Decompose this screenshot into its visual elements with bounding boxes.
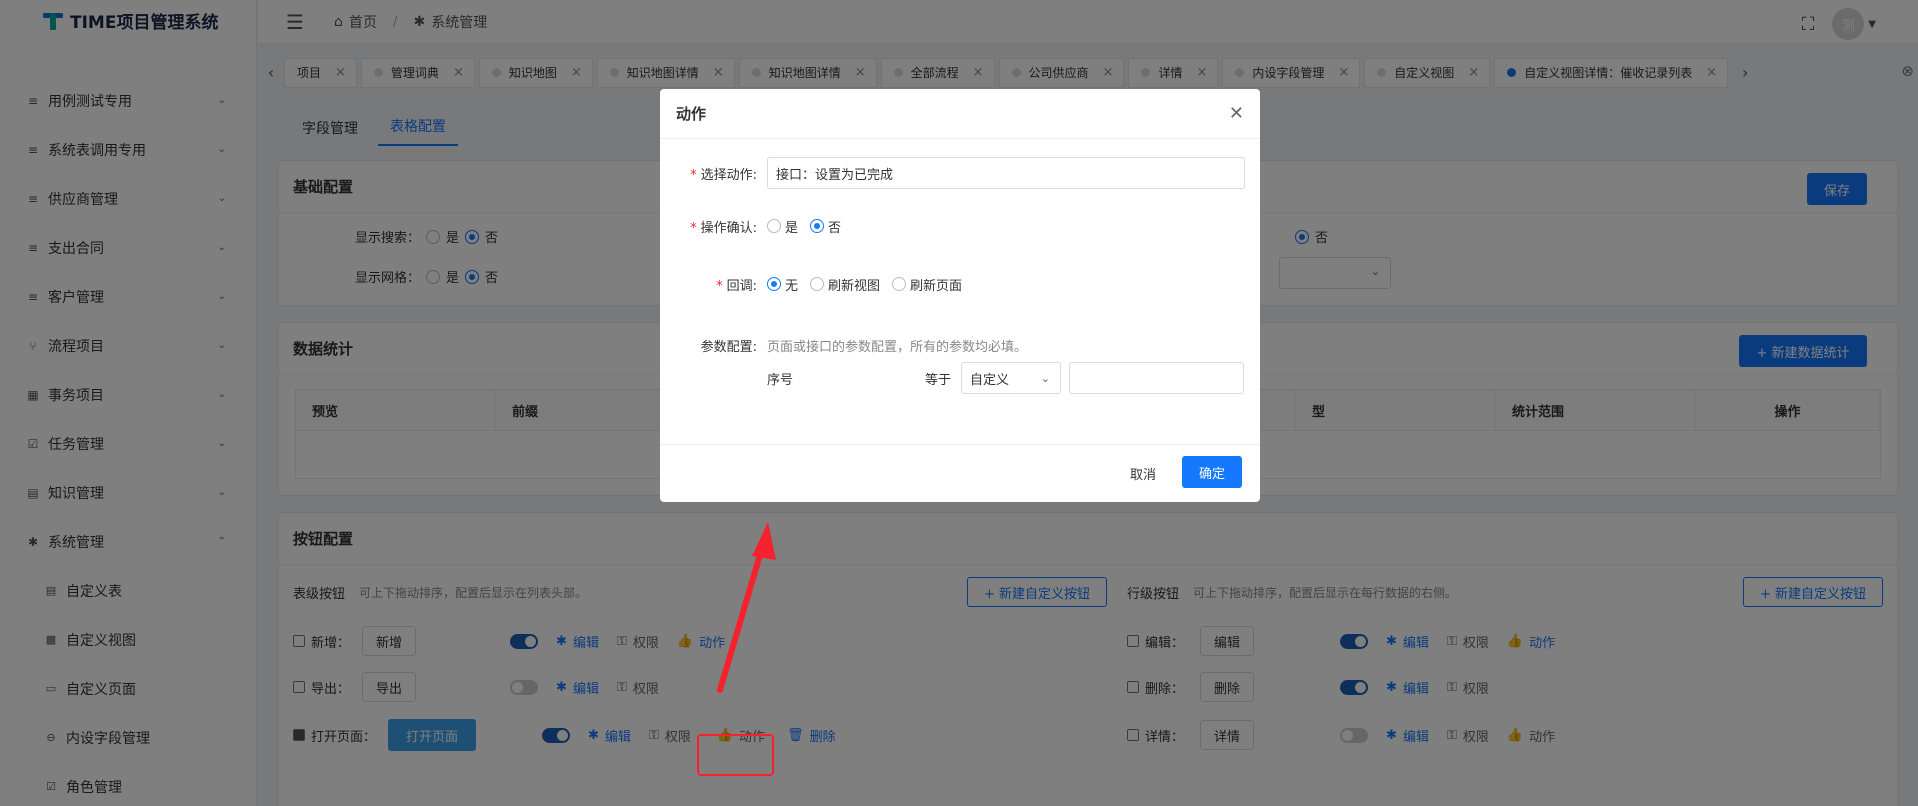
label-text: 操作确认: bbox=[700, 220, 757, 236]
confirm-yes-radio[interactable] bbox=[767, 219, 781, 233]
callback-refresh-page-radio[interactable] bbox=[892, 277, 907, 291]
param-value-input[interactable] bbox=[1069, 362, 1245, 394]
param-operator: 等于 bbox=[925, 372, 952, 388]
radio-label: 否 bbox=[828, 220, 842, 236]
action-dialog: 动作 ✕ * 选择动作: 接口：设置为已完成 * 操作确认: 是 否 * 回调: 无 … bbox=[660, 89, 1260, 502]
select-value: 自定义 bbox=[970, 372, 1010, 388]
callback-refresh-view-radio[interactable] bbox=[810, 277, 825, 291]
radio-label: 刷新页面 bbox=[910, 278, 963, 294]
confirm-no-radio[interactable] bbox=[810, 219, 825, 233]
chevron-down-icon: ⌄ bbox=[1040, 371, 1051, 385]
param-config-hint: 页面或接口的参数配置，所有的参数均必填。 bbox=[767, 339, 1028, 355]
required-mark: * bbox=[690, 220, 697, 236]
select-action-label: * 选择动作: bbox=[660, 164, 757, 183]
label-text: 回调: bbox=[726, 278, 757, 294]
annotation-arrow bbox=[717, 522, 776, 693]
radio-label: 无 bbox=[785, 278, 799, 294]
select-action-input[interactable]: 接口：设置为已完成 bbox=[767, 157, 1245, 189]
select-action-row: * 选择动作: 接口：设置为已完成 bbox=[660, 157, 1245, 189]
arrow-shaft bbox=[717, 545, 765, 693]
required-mark: * bbox=[690, 167, 697, 183]
callback-none-radio[interactable] bbox=[767, 277, 781, 291]
radio-label: 刷新视图 bbox=[828, 278, 881, 294]
dialog-header: 动作 ✕ bbox=[660, 89, 1260, 139]
param-name: 序号 bbox=[767, 372, 794, 388]
param-config-row: 参数配置: 页面或接口的参数配置，所有的参数均必填。 bbox=[660, 335, 1027, 355]
param-config-label: 参数配置: bbox=[700, 339, 757, 355]
dialog-title: 动作 bbox=[676, 105, 707, 123]
annotation-highlight-box bbox=[697, 734, 774, 776]
required-mark: * bbox=[716, 278, 723, 294]
callback-label: * 回调: bbox=[660, 275, 757, 294]
param-type-select[interactable]: 自定义 ⌄ bbox=[961, 362, 1062, 394]
confirm-label: * 操作确认: bbox=[660, 217, 757, 236]
param-item-row: 序号 等于 自定义 ⌄ bbox=[767, 362, 1245, 394]
app-root: TIME项目管理系统 ≡用例测试专用⌄ ≡系统表调用专用⌄ ≡供应商管理⌄ ≡支… bbox=[0, 0, 1918, 806]
close-icon[interactable]: ✕ bbox=[1229, 103, 1244, 124]
cancel-button[interactable]: 取消 bbox=[1130, 464, 1156, 483]
dialog-footer: 取消 确定 bbox=[660, 444, 1260, 502]
arrow-head bbox=[752, 522, 776, 560]
radio-label: 是 bbox=[785, 220, 799, 236]
confirm-row: * 操作确认: 是 否 bbox=[660, 215, 841, 237]
confirm-button[interactable]: 确定 bbox=[1182, 456, 1242, 488]
label-text: 选择动作: bbox=[700, 167, 757, 183]
callback-row: * 回调: 无 刷新视图 刷新页面 bbox=[660, 273, 962, 295]
